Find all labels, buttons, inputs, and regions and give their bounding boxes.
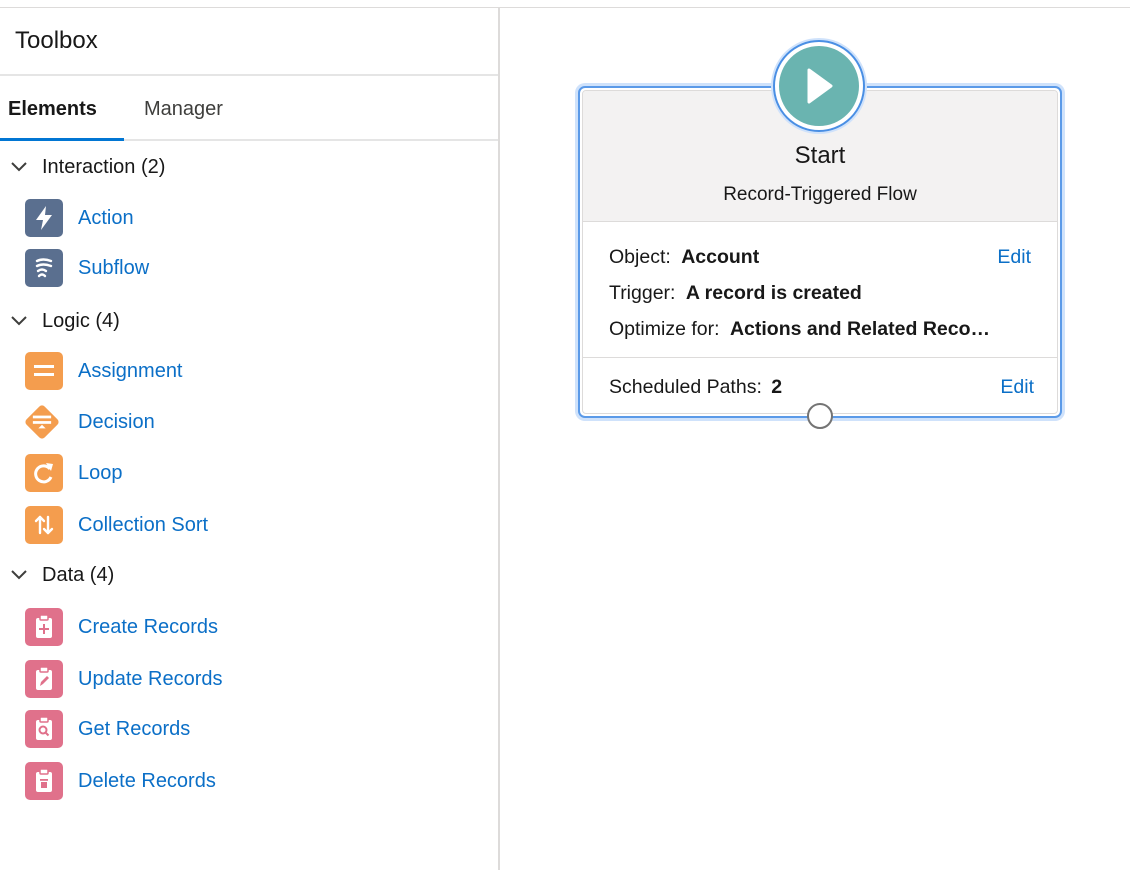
element-get-records[interactable]: Get Records bbox=[25, 709, 190, 749]
element-get-records-label: Get Records bbox=[78, 717, 191, 740]
record-create-icon bbox=[25, 608, 63, 646]
section-label-logic: Logic (4) bbox=[42, 309, 120, 332]
toolbox-title: Toolbox bbox=[0, 8, 498, 76]
chevron-down-icon bbox=[0, 152, 42, 182]
element-decision-label: Decision bbox=[78, 410, 155, 433]
trigger-value: A record is created bbox=[685, 282, 862, 304]
optimize-row: Optimize for: Actions and Related Reco… bbox=[609, 318, 990, 341]
assignment-icon bbox=[25, 352, 63, 390]
tab-elements[interactable]: Elements bbox=[0, 76, 124, 141]
section-interaction-toggle[interactable]: Interaction (2) bbox=[0, 152, 165, 182]
element-loop-label: Loop bbox=[78, 461, 123, 484]
top-border bbox=[0, 0, 1130, 8]
toolbox-panel: Toolbox Elements Manager Interaction (2)… bbox=[0, 8, 500, 870]
element-subflow[interactable]: Subflow bbox=[25, 248, 149, 288]
element-action[interactable]: Action bbox=[25, 198, 134, 238]
scheduled-paths-label: Scheduled Paths: bbox=[609, 376, 762, 398]
loop-icon bbox=[25, 454, 63, 492]
sort-icon bbox=[25, 506, 63, 544]
optimize-label: Optimize for: bbox=[609, 318, 720, 340]
element-loop[interactable]: Loop bbox=[25, 453, 123, 493]
chevron-down-icon bbox=[0, 306, 42, 336]
scheduled-paths-count: 2 bbox=[771, 376, 783, 398]
element-collection-sort[interactable]: Collection Sort bbox=[25, 505, 208, 545]
element-create-records[interactable]: Create Records bbox=[25, 607, 218, 647]
start-card-inner: Start Record-Triggered Flow Object: Acco… bbox=[582, 90, 1058, 414]
section-label-data: Data (4) bbox=[42, 563, 115, 586]
optimize-value: Actions and Related Reco… bbox=[729, 318, 991, 340]
start-subtitle: Record-Triggered Flow bbox=[723, 184, 917, 205]
record-delete-icon bbox=[25, 762, 63, 800]
lightning-icon bbox=[25, 199, 63, 237]
element-assignment[interactable]: Assignment bbox=[25, 351, 183, 391]
start-element-card[interactable]: Start Record-Triggered Flow Object: Acco… bbox=[578, 86, 1062, 418]
decision-icon bbox=[25, 403, 63, 441]
start-title: Start bbox=[794, 142, 846, 169]
object-row: Object: Account bbox=[609, 246, 759, 269]
edit-trigger-button[interactable]: Edit bbox=[997, 246, 1031, 269]
element-update-records[interactable]: Update Records bbox=[25, 659, 223, 699]
scheduled-paths-row: Scheduled Paths: 2 bbox=[609, 376, 782, 399]
element-delete-records-label: Delete Records bbox=[78, 769, 216, 792]
element-subflow-label: Subflow bbox=[78, 256, 150, 279]
toolbox-tabs: Elements Manager bbox=[0, 76, 498, 141]
record-update-icon bbox=[25, 660, 63, 698]
edit-scheduled-paths-button[interactable]: Edit bbox=[1000, 376, 1034, 399]
object-label: Object: bbox=[609, 246, 671, 268]
trigger-label: Trigger: bbox=[609, 282, 676, 304]
element-assignment-label: Assignment bbox=[78, 359, 183, 382]
section-logic-toggle[interactable]: Logic (4) bbox=[0, 306, 120, 336]
element-collection-sort-label: Collection Sort bbox=[78, 513, 209, 536]
section-label-interaction: Interaction (2) bbox=[42, 155, 166, 178]
tab-manager[interactable]: Manager bbox=[144, 76, 223, 139]
object-value: Account bbox=[681, 246, 760, 268]
subflow-icon bbox=[25, 249, 63, 287]
trigger-row: Trigger: A record is created bbox=[609, 282, 862, 305]
start-node-button[interactable] bbox=[773, 40, 865, 132]
element-decision[interactable]: Decision bbox=[25, 402, 155, 442]
start-card-details: Object: Account Edit Trigger: A record i… bbox=[583, 222, 1057, 358]
element-create-records-label: Create Records bbox=[78, 615, 219, 638]
play-icon bbox=[779, 46, 859, 126]
element-delete-records[interactable]: Delete Records bbox=[25, 761, 216, 801]
chevron-down-icon bbox=[0, 560, 42, 590]
add-element-connector[interactable] bbox=[807, 403, 833, 429]
element-action-label: Action bbox=[78, 206, 134, 229]
record-lookup-icon bbox=[25, 710, 63, 748]
section-data-toggle[interactable]: Data (4) bbox=[0, 560, 114, 590]
element-update-records-label: Update Records bbox=[78, 667, 223, 690]
